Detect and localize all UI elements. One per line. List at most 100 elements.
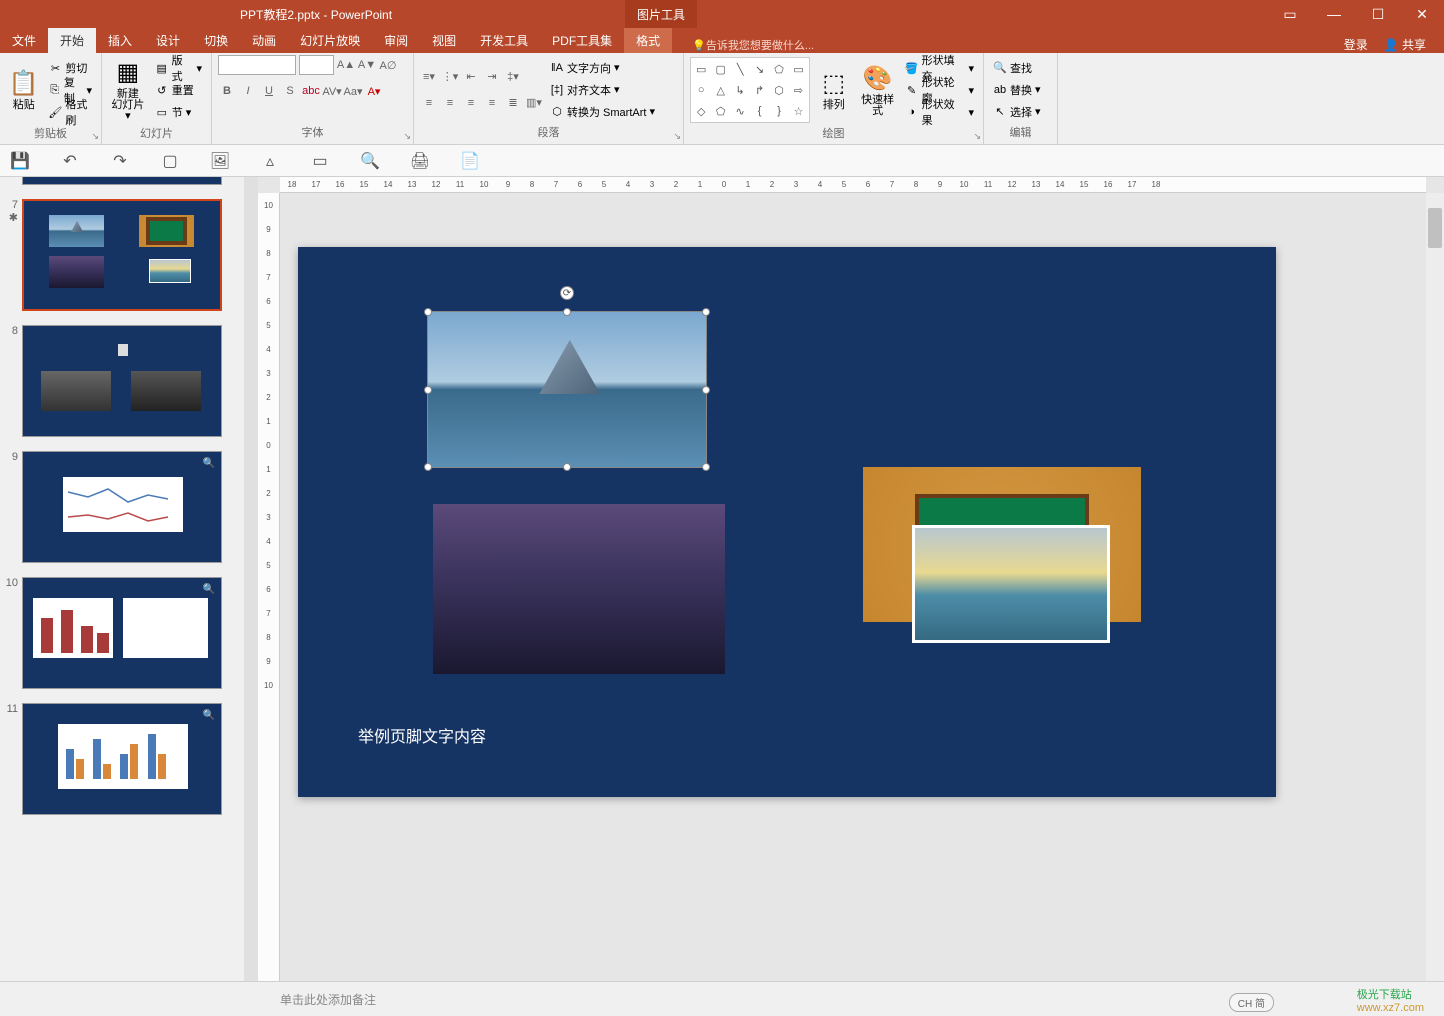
qat-icon[interactable]: 📄: [460, 151, 480, 171]
qat-icon[interactable]: ▢: [160, 151, 180, 171]
image-city[interactable]: [433, 504, 725, 674]
qat-icon[interactable]: ▭: [310, 151, 330, 171]
ribbon-display-icon[interactable]: ▭: [1268, 0, 1312, 28]
shape-icon[interactable]: ⬡: [770, 80, 788, 100]
shape-icon[interactable]: ↳: [731, 80, 749, 100]
editor-scrollbar[interactable]: [1426, 193, 1444, 981]
format-painter-button[interactable]: 🖌格式刷: [45, 102, 95, 122]
share-button[interactable]: 👤 共享: [1376, 36, 1434, 53]
tab-view[interactable]: 视图: [420, 28, 468, 53]
clipboard-dialog-launcher[interactable]: ↘: [91, 131, 99, 142]
char-spacing-button[interactable]: AV▾: [323, 81, 341, 101]
resize-handle[interactable]: [424, 386, 432, 394]
qat-icon[interactable]: 🖼: [210, 151, 230, 171]
line-spacing-button[interactable]: ‡▾: [504, 67, 522, 87]
rotation-handle[interactable]: ⟳: [560, 286, 574, 300]
shape-effects-button[interactable]: ◑形状效果 ▾: [902, 102, 977, 122]
resize-handle[interactable]: [424, 308, 432, 316]
shape-icon[interactable]: ▢: [711, 59, 729, 79]
clear-format-icon[interactable]: A∅: [379, 55, 397, 75]
slide-thumbnail[interactable]: ε=mc²: [22, 177, 222, 185]
shape-icon[interactable]: ╲: [731, 59, 749, 79]
resize-handle[interactable]: [702, 386, 710, 394]
qat-icon[interactable]: 🔍: [360, 151, 380, 171]
font-dialog-launcher[interactable]: ↘: [403, 131, 411, 142]
notes-placeholder[interactable]: 单击此处添加备注: [280, 991, 376, 1008]
shape-icon[interactable]: ∿: [731, 101, 749, 121]
slide-thumbnail[interactable]: 🔍: [22, 703, 222, 815]
save-icon[interactable]: 💾: [10, 151, 30, 171]
align-left-button[interactable]: ≡: [420, 93, 438, 113]
slide-thumbnail-active[interactable]: [22, 199, 222, 311]
change-case-button[interactable]: Aa▾: [344, 81, 362, 101]
find-button[interactable]: 🔍查找: [990, 58, 1044, 78]
slide-thumbnail[interactable]: [22, 325, 222, 437]
increase-indent-button[interactable]: ⇥: [483, 67, 501, 87]
tab-pdf[interactable]: PDF工具集: [540, 28, 624, 53]
shape-icon[interactable]: ↱: [750, 80, 768, 100]
shape-icon[interactable]: {: [750, 101, 768, 121]
font-name-input[interactable]: [218, 55, 296, 75]
paragraph-dialog-launcher[interactable]: ↘: [673, 131, 681, 142]
shape-icon[interactable]: ⇨: [789, 80, 807, 100]
align-center-button[interactable]: ≡: [441, 93, 459, 113]
shape-icon[interactable]: ▭: [789, 59, 807, 79]
paste-button[interactable]: 📋 粘贴: [6, 55, 41, 125]
shadow-button[interactable]: abc: [302, 81, 320, 101]
shape-gallery[interactable]: ▭▢╲↘⬠▭ ○△↳↱⬡⇨ ◇⬠∿{}☆: [690, 57, 810, 123]
shape-icon[interactable]: }: [770, 101, 788, 121]
decrease-font-icon[interactable]: A▼: [358, 55, 376, 75]
shape-icon[interactable]: ◇: [692, 101, 710, 121]
underline-button[interactable]: U: [260, 81, 278, 101]
new-slide-button[interactable]: ▦ 新建幻灯片 ▾: [108, 55, 148, 125]
tab-transitions[interactable]: 切换: [192, 28, 240, 53]
qat-icon[interactable]: 🖨: [410, 151, 430, 171]
maximize-icon[interactable]: ☐: [1356, 0, 1400, 28]
tab-developer[interactable]: 开发工具: [468, 28, 540, 53]
login-button[interactable]: 登录: [1336, 36, 1376, 53]
tab-design[interactable]: 设计: [144, 28, 192, 53]
arrange-button[interactable]: ⬚ 排列: [814, 55, 854, 125]
layout-button[interactable]: ▤版式 ▾: [152, 58, 205, 78]
justify-button[interactable]: ≡: [483, 93, 501, 113]
select-button[interactable]: ↖选择 ▾: [990, 102, 1044, 122]
resize-handle[interactable]: [702, 463, 710, 471]
thumbnail-scrollbar[interactable]: [244, 177, 258, 981]
strike-button[interactable]: S: [281, 81, 299, 101]
bold-button[interactable]: B: [218, 81, 236, 101]
replace-button[interactable]: ab替换 ▾: [990, 80, 1044, 100]
redo-icon[interactable]: ↷: [110, 151, 130, 171]
reset-button[interactable]: ↺重置: [152, 80, 205, 100]
tab-home[interactable]: 开始: [48, 28, 96, 53]
undo-icon[interactable]: ↶: [60, 151, 80, 171]
shape-icon[interactable]: ☆: [789, 101, 807, 121]
increase-font-icon[interactable]: A▲: [337, 55, 355, 75]
decrease-indent-button[interactable]: ⇤: [462, 67, 480, 87]
image-lake[interactable]: [912, 525, 1110, 643]
close-icon[interactable]: ✕: [1400, 0, 1444, 28]
slide-thumbnail[interactable]: 🔍: [22, 577, 222, 689]
image-mountain-selected[interactable]: ⟳: [428, 312, 706, 467]
shape-icon[interactable]: ↘: [750, 59, 768, 79]
ime-indicator[interactable]: CH 简: [1229, 993, 1274, 1012]
tab-slideshow[interactable]: 幻灯片放映: [288, 28, 372, 53]
font-size-input[interactable]: [299, 55, 334, 75]
bullets-button[interactable]: ≡▾: [420, 67, 438, 87]
tab-file[interactable]: 文件: [0, 28, 48, 53]
text-direction-button[interactable]: ‖A文字方向 ▾: [547, 58, 658, 78]
tell-me-search[interactable]: 💡 告诉我您想要做什么...: [692, 37, 1336, 53]
distribute-button[interactable]: ≣: [504, 93, 522, 113]
tab-format[interactable]: 格式: [624, 28, 672, 53]
minimize-icon[interactable]: —: [1312, 0, 1356, 28]
tab-animations[interactable]: 动画: [240, 28, 288, 53]
shape-icon[interactable]: ⬠: [711, 101, 729, 121]
shape-icon[interactable]: ▭: [692, 59, 710, 79]
resize-handle[interactable]: [702, 308, 710, 316]
drawing-dialog-launcher[interactable]: ↘: [973, 131, 981, 142]
slide-thumbnail-panel[interactable]: ε=mc² 7✱ 8: [0, 177, 258, 981]
align-right-button[interactable]: ≡: [462, 93, 480, 113]
tab-insert[interactable]: 插入: [96, 28, 144, 53]
qat-icon[interactable]: ▵: [260, 151, 280, 171]
align-text-button[interactable]: [‡]对齐文本 ▾: [547, 80, 658, 100]
numbering-button[interactable]: ⋮▾: [441, 67, 459, 87]
